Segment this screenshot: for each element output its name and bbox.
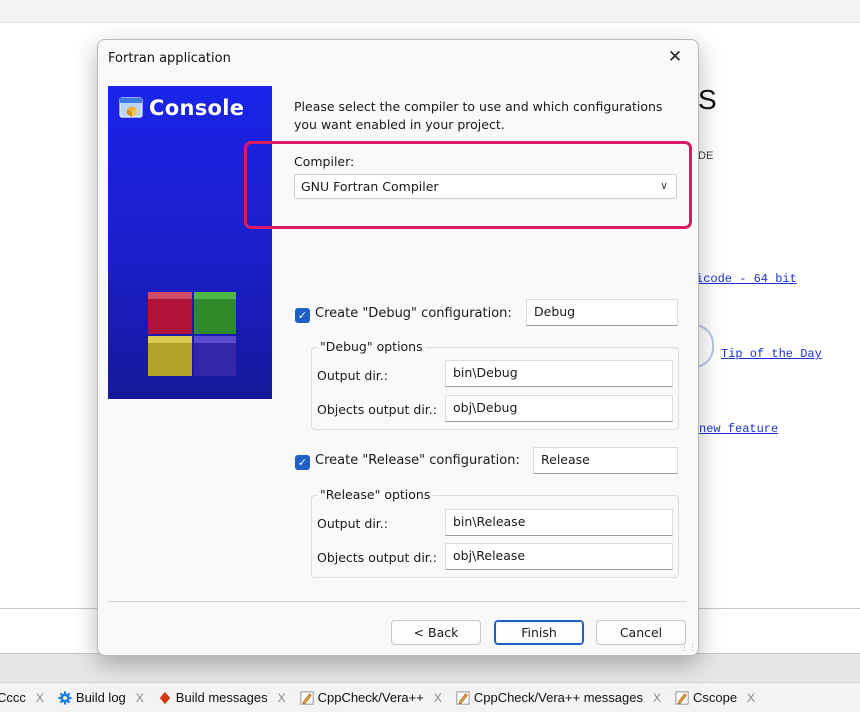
console-logo: Console [119, 95, 244, 121]
highlight-annotation-box [244, 141, 692, 229]
close-icon[interactable]: ✕ [664, 46, 686, 68]
diamond-icon [159, 691, 171, 704]
back-button[interactable]: < Back [391, 620, 481, 645]
logs-tab-bar: Cccc X Build log X Build messages X CppC… [0, 682, 860, 712]
tab-close-icon[interactable]: X [747, 691, 755, 705]
finish-button[interactable]: Finish [494, 620, 584, 645]
splitter[interactable] [0, 654, 860, 682]
start-page-title-fragment: S [698, 84, 717, 115]
app-toolbar-strip [0, 0, 860, 23]
tab-cscope[interactable]: Cscope X [669, 690, 763, 705]
link-new-feature[interactable]: new feature [699, 422, 778, 436]
debug-options-title: "Debug" options [317, 339, 426, 354]
tab-close-icon[interactable]: X [653, 691, 661, 705]
release-objects-dir-label: Objects output dir.: [317, 550, 437, 565]
tab-label: CppCheck/Vera++ messages [473, 690, 643, 705]
console-logo-text: Console [149, 96, 245, 120]
debug-checkbox[interactable]: ✓ [295, 308, 310, 323]
debug-output-dir-label: Output dir.: [317, 368, 388, 383]
tab-close-icon[interactable]: X [36, 691, 44, 705]
debug-objects-dir-label: Objects output dir.: [317, 402, 437, 417]
tab-cppcheck-vera[interactable]: CppCheck/Vera++ X [294, 690, 450, 705]
start-page-subtitle-fragment: DE [698, 150, 714, 162]
code-blocks-cubes-image [148, 292, 236, 376]
release-objects-dir-input[interactable]: obj\Release [445, 543, 673, 570]
tab-build-messages[interactable]: Build messages X [152, 690, 294, 705]
release-checkbox[interactable]: ✓ [295, 455, 310, 470]
release-output-dir-label: Output dir.: [317, 516, 388, 531]
footer-divider [108, 601, 686, 602]
tab-label: Build messages [175, 690, 268, 705]
dialog-title: Fortran application [108, 51, 231, 66]
debug-checkbox-label: Create "Debug" configuration: [315, 306, 512, 321]
release-checkbox-label: Create "Release" configuration: [315, 453, 520, 468]
tab-close-icon[interactable]: X [434, 691, 442, 705]
gear-icon [58, 690, 72, 705]
tab-close-icon[interactable]: X [136, 691, 144, 705]
tab-cppcheck-vera-messages[interactable]: CppCheck/Vera++ messages X [450, 690, 669, 705]
tab-close-icon[interactable]: X [278, 691, 286, 705]
release-options-title: "Release" options [317, 487, 434, 502]
intro-text: Please select the compiler to use and wh… [294, 99, 663, 132]
release-output-dir-input[interactable]: bin\Release [445, 509, 673, 536]
pencil-icon [456, 690, 470, 705]
link-unicode-64bit[interactable]: icode - 64 bit [696, 272, 797, 286]
debug-objects-dir-input[interactable]: obj\Debug [445, 395, 673, 422]
pencil-icon [675, 690, 689, 705]
tab-build-log[interactable]: Build log X [52, 690, 152, 705]
debug-output-dir-input[interactable]: bin\Debug [445, 360, 673, 387]
tab-label: CppCheck/Vera++ [317, 690, 424, 705]
debug-name-input[interactable]: Debug [526, 299, 678, 326]
pencil-icon [300, 690, 314, 705]
checkmark-icon: ✓ [297, 309, 308, 322]
tab-label: Cscope [692, 690, 738, 705]
tab-label: Build log [75, 690, 126, 705]
resize-grip-icon[interactable]: ⋮⋮ [680, 643, 697, 653]
tab-label: Cccc [0, 690, 26, 705]
tab-cccc[interactable]: Cccc X [0, 690, 52, 705]
fortran-application-dialog: Fortran application ✕ Console Please sel… [97, 39, 699, 656]
checkmark-icon: ✓ [297, 456, 308, 469]
console-window-icon [119, 97, 143, 118]
cancel-button[interactable]: Cancel [596, 620, 686, 645]
link-tip-of-the-day[interactable]: Tip of the Day [721, 347, 822, 361]
release-name-input[interactable]: Release [533, 447, 678, 474]
wizard-side-image: Console [108, 86, 272, 399]
